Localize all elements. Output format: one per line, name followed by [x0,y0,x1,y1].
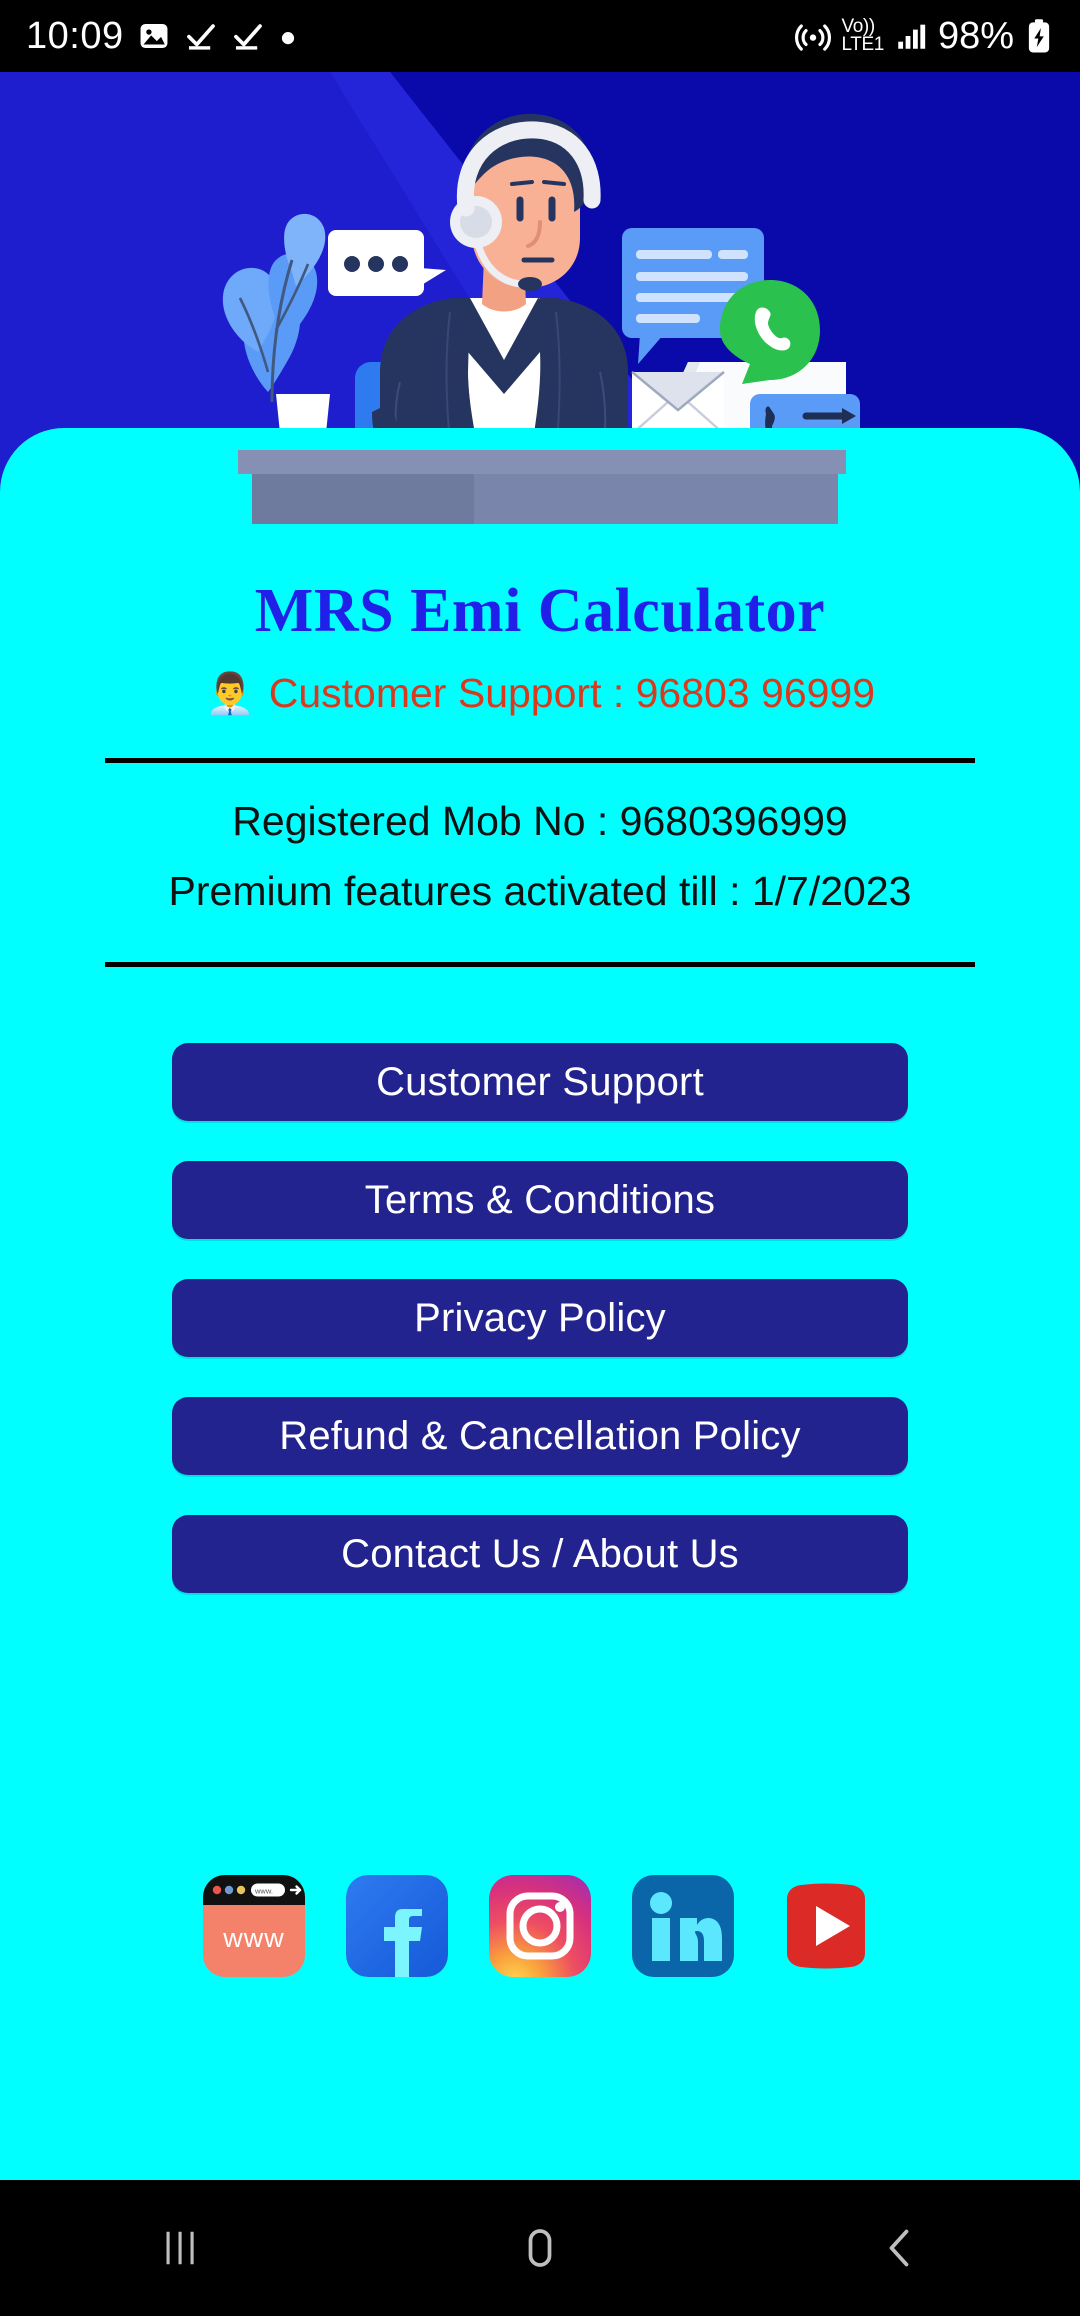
image-icon [140,23,168,49]
linkedin-icon[interactable] [632,1875,734,1977]
contact-us-about-us-button[interactable]: Contact Us / About Us [172,1515,908,1593]
phone-screen: MRS Emi Calculator 👨‍💼 Customer Support … [0,0,1080,2316]
svg-text:www: www [222,1923,285,1953]
refund-and-cancellation-policy-button[interactable]: Refund & Cancellation Policy [172,1397,908,1475]
divider-top [105,758,975,763]
home-icon [528,2229,552,2267]
back-icon [889,2229,909,2267]
dot-icon [281,32,294,45]
volte-label-bottom: LTE1 [841,34,885,55]
checkmark-icon [233,24,262,50]
status-bar-right: Vo)) LTE1 98% [794,15,1054,58]
status-bar-left: 10:09 [26,15,298,58]
recents-icon [166,2231,194,2265]
recents-button[interactable] [90,2180,270,2316]
social-links-row: www. www [0,1875,1080,1977]
battery-percent-label: 98% [937,14,1014,57]
support-phone-text: Customer Support : 96803 96999 [268,670,876,716]
home-button[interactable] [450,2180,630,2316]
terms-and-conditions-button[interactable]: Terms & Conditions [172,1161,908,1239]
customer-support-button[interactable]: Customer Support [172,1043,908,1121]
instagram-icon[interactable] [489,1875,591,1977]
checkmark-icon [186,24,215,50]
website-icon[interactable]: www. www [203,1875,305,1977]
divider-bottom [105,962,975,967]
registered-mobile-text: Registered Mob No : 9680396999 [232,798,848,844]
volte-icon: Vo)) LTE1 [841,17,885,55]
premium-expiry-text: Premium features activated till : 1/7/20… [168,868,912,914]
main-content-panel: MRS Emi Calculator 👨‍💼 Customer Support … [0,428,1080,2180]
page-title: MRS Emi Calculator [254,577,826,645]
battery-charging-icon [1028,19,1050,53]
support-agent-icon: 👨‍💼 [204,671,255,716]
system-navigation-bar [0,2180,1080,2316]
facebook-icon[interactable] [346,1875,448,1977]
hotspot-icon [794,24,831,51]
privacy-policy-button[interactable]: Privacy Policy [172,1279,908,1357]
menu-button-list: Customer Support Terms & Conditions Priv… [172,1043,908,1593]
status-bar-clock: 10:09 [26,14,124,57]
svg-text:www.: www. [254,1886,273,1895]
signal-bars-icon [898,24,926,49]
youtube-icon[interactable] [775,1875,877,1977]
back-button[interactable] [810,2180,990,2316]
customer-support-phone-line: 👨‍💼 Customer Support : 96803 96999 [0,670,1080,717]
status-bar: 10:09 Vo)) LTE1 98% [0,0,1080,72]
